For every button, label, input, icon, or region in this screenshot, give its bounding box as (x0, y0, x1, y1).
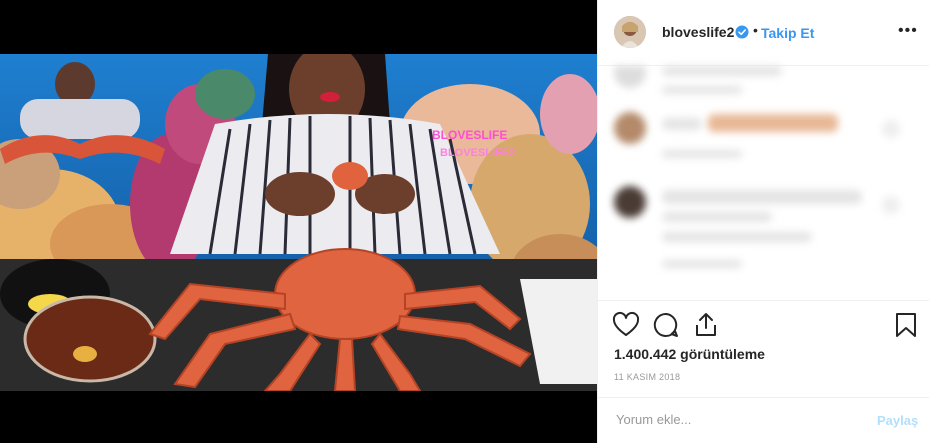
more-options-icon[interactable]: ••• (898, 22, 918, 40)
comment-input[interactable] (614, 411, 858, 428)
comment-meta (662, 260, 742, 268)
video-player[interactable]: BLOVESLIFE BLOVESLIFE2 (0, 0, 597, 443)
comment-avatar (614, 66, 646, 88)
comment-avatar (614, 186, 646, 218)
watermark-line1: BLOVESLIFE (432, 128, 507, 142)
post-header: bloveslife2 • Takip Et ••• (598, 0, 929, 66)
comment-box: Paylaş (598, 397, 929, 443)
heart-icon[interactable] (612, 311, 640, 339)
view-count[interactable]: 1.400.442 görüntüleme (614, 346, 765, 362)
post-actions: 1.400.442 görüntüleme 11 KASIM 2018 (598, 300, 929, 410)
video-frame[interactable]: BLOVESLIFE BLOVESLIFE2 (0, 54, 597, 391)
share-icon[interactable] (692, 311, 720, 339)
header-separator: • (753, 22, 758, 38)
comment-text (708, 114, 838, 132)
avatar[interactable] (614, 16, 646, 48)
comment-meta (662, 150, 742, 158)
watermark-line2: BLOVESLIFE2 (440, 147, 515, 159)
comment-like-icon (882, 120, 900, 138)
verified-badge-icon (735, 25, 749, 39)
comment-text (662, 212, 772, 222)
comment-text (662, 66, 782, 76)
comment-text (662, 232, 812, 242)
post-panel: bloveslife2 • Takip Et ••• 1.400.442 gör… (597, 0, 929, 443)
comment-meta (662, 86, 742, 94)
comment-like-icon (882, 196, 900, 214)
bookmark-icon[interactable] (892, 311, 920, 339)
comments-list[interactable] (598, 66, 929, 300)
avatar-image (614, 16, 646, 48)
post-date[interactable]: 11 KASIM 2018 (614, 372, 680, 382)
comment-text (662, 190, 862, 204)
video-still: BLOVESLIFE BLOVESLIFE2 (0, 54, 597, 391)
comment-text (662, 118, 702, 130)
follow-button[interactable]: Takip Et (761, 25, 814, 41)
comment-icon[interactable] (652, 311, 680, 339)
comment-avatar (614, 112, 646, 144)
post-comment-button[interactable]: Paylaş (877, 413, 918, 428)
username-link[interactable]: bloveslife2 (662, 24, 734, 40)
